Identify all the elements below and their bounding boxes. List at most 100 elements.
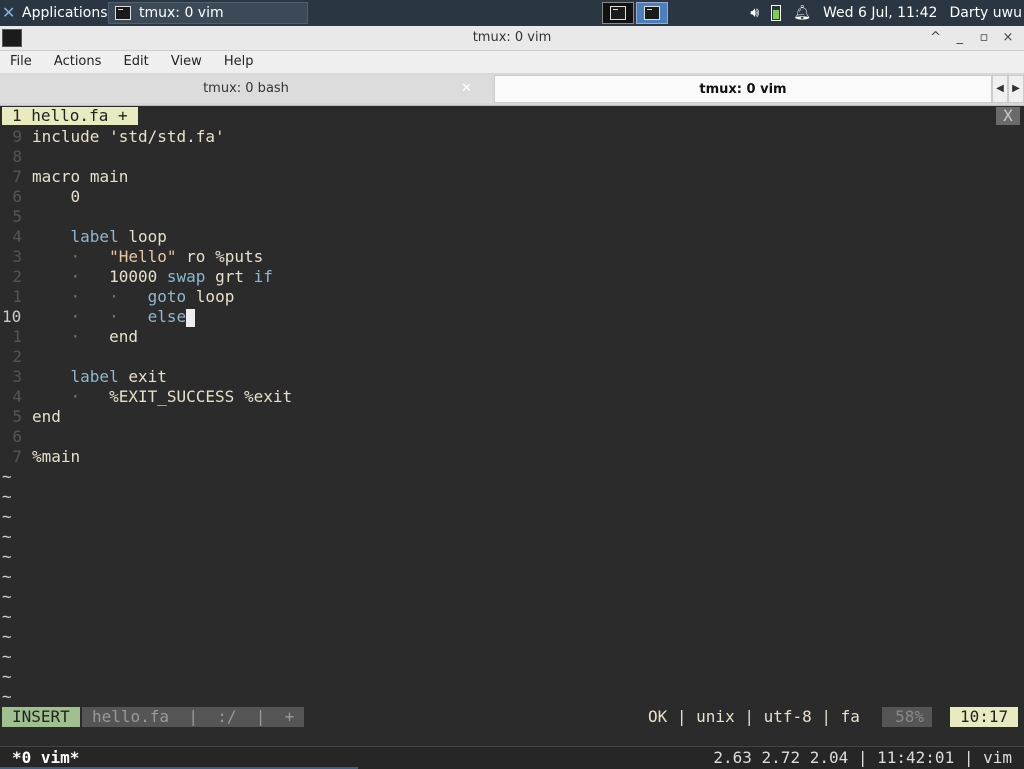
- window-titlebar[interactable]: tmux: 0 vim ^ _ ▫ ×: [0, 26, 1024, 51]
- code-text: include 'std/std.fa': [32, 127, 225, 146]
- code-text: %main: [32, 447, 81, 466]
- vim-buffer-line: 1 hello.fa + X: [0, 106, 1024, 126]
- line-number: 6: [12, 187, 22, 206]
- code-line[interactable]: 9 include 'std/std.fa': [0, 127, 225, 147]
- menu-actions[interactable]: Actions: [45, 51, 111, 73]
- tab-label: tmux: 0 bash: [203, 81, 289, 96]
- line-number: 5: [12, 207, 22, 226]
- tmux-status-right: 2.63 2.72 2.04 | 11:42:01 | vim: [713, 748, 1012, 767]
- tab-scroll-left-icon[interactable]: ◀: [992, 75, 1008, 103]
- empty-line-marker: ~: [2, 487, 12, 506]
- terminal-area[interactable]: 1 hello.fa + X 9 include 'std/std.fa' 8 7 ma…: [0, 106, 1024, 769]
- empty-line-marker: ~: [2, 647, 12, 666]
- shade-button[interactable]: ^: [926, 26, 946, 50]
- code-line[interactable]: 6 0: [0, 187, 80, 207]
- code-line[interactable]: 6: [0, 427, 32, 447]
- terminal-app-icon[interactable]: [2, 29, 22, 47]
- volume-icon[interactable]: 🔊︎: [750, 5, 759, 21]
- tab-vim[interactable]: tmux: 0 vim: [494, 75, 992, 103]
- code-line[interactable]: 8: [0, 147, 32, 167]
- vim-percent: 58%: [882, 707, 932, 727]
- code-line[interactable]: 4 · %EXIT_SUCCESS %exit: [0, 387, 292, 407]
- code-line[interactable]: 7 macro main: [0, 167, 128, 187]
- vim-cursor-position: 10:17: [950, 707, 1019, 727]
- terminal-icon: [610, 6, 626, 20]
- code-text: label exit: [70, 367, 167, 386]
- bell-icon[interactable]: 🔔︎: [793, 5, 811, 21]
- code-text: · %EXIT_SUCCESS %exit: [70, 387, 293, 406]
- empty-line-marker: ~: [2, 687, 12, 706]
- empty-line-marker: ~: [2, 467, 12, 486]
- close-tab-icon[interactable]: ✕: [461, 75, 472, 103]
- applications-menu-button[interactable]: ✕ Applications: [0, 2, 108, 24]
- system-tray: 🔊︎ 🔔︎ Wed 6 Jul, 11:42 Darty uwu: [744, 2, 1024, 24]
- tab-label: tmux: 0 vim: [699, 82, 787, 97]
- code-text: macro main: [32, 167, 129, 186]
- code-line[interactable]: 3 label exit: [0, 367, 167, 387]
- code-line[interactable]: 3 · "Hello" ro %puts: [0, 247, 263, 267]
- code-text: 0: [70, 187, 81, 206]
- code-line[interactable]: 1 · end: [0, 327, 138, 347]
- tmux-statusbar: *0 vim* 2.63 2.72 2.04 | 11:42:01 | vim: [0, 746, 1024, 769]
- applications-label: Applications: [22, 5, 108, 21]
- code-line[interactable]: 5 end: [0, 407, 61, 427]
- menubar: File Actions Edit View Help: [0, 51, 1024, 73]
- empty-line-marker: ~: [2, 567, 12, 586]
- line-number: 5: [12, 407, 22, 426]
- buffer-tab[interactable]: 1 hello.fa +: [2, 107, 138, 125]
- window-title: tmux: 0 vim: [472, 30, 552, 45]
- code-line[interactable]: 2: [0, 347, 32, 367]
- line-number: 1: [12, 287, 22, 306]
- workspace-2-button[interactable]: [636, 2, 668, 24]
- code-text: end: [32, 407, 61, 426]
- battery-icon[interactable]: [771, 5, 782, 21]
- code-text: · "Hello" ro %puts: [70, 247, 264, 266]
- empty-line-marker: ~: [2, 587, 12, 606]
- code-line[interactable]: 5: [0, 207, 32, 227]
- vim-statusline: INSERT hello.fa | :/ | + OK | unix | utf…: [0, 707, 1024, 727]
- empty-line-marker: ~: [2, 627, 12, 646]
- menu-help[interactable]: Help: [215, 51, 263, 73]
- close-button[interactable]: ×: [998, 26, 1018, 50]
- empty-line-marker: ~: [2, 507, 12, 526]
- user-name[interactable]: Darty uwu: [949, 5, 1022, 21]
- menu-view[interactable]: View: [162, 51, 211, 73]
- line-number: 4: [12, 227, 22, 246]
- code-line[interactable]: 1 · · goto loop: [0, 287, 234, 307]
- taskbar-window-button[interactable]: tmux: 0 vim: [108, 2, 308, 24]
- terminal-tabs: tmux: 0 bash ✕ tmux: 0 vim ◀ ▶: [0, 73, 1024, 106]
- tab-scroll-right-icon[interactable]: ▶: [1008, 75, 1024, 103]
- code-text: · end: [70, 327, 138, 346]
- tmux-window-label[interactable]: *0 vim*: [12, 747, 79, 769]
- empty-line-marker: ~: [2, 547, 12, 566]
- empty-line-marker: ~: [2, 527, 12, 546]
- code-text: label loop: [70, 227, 167, 246]
- code-line[interactable]: 4 label loop: [0, 227, 167, 247]
- tab-bash[interactable]: tmux: 0 bash ✕: [0, 75, 492, 103]
- code-line[interactable]: 7 %main: [0, 447, 80, 467]
- maximize-button[interactable]: ▫: [974, 26, 994, 50]
- menu-edit[interactable]: Edit: [115, 51, 158, 73]
- line-number: 3: [12, 247, 22, 266]
- vim-file-format: OK | unix | utf-8 | fa: [648, 707, 860, 726]
- empty-line-marker: ~: [2, 667, 12, 686]
- terminal-icon: [644, 6, 660, 20]
- code-line[interactable]: 10 · · else: [0, 307, 196, 327]
- menu-file[interactable]: File: [0, 51, 41, 73]
- line-number: 1: [12, 327, 22, 346]
- buffer-close-button[interactable]: X: [996, 107, 1020, 125]
- workspace-1-button[interactable]: [602, 2, 634, 24]
- line-number: 4: [12, 387, 22, 406]
- line-number: 7: [12, 167, 22, 186]
- line-number: 7: [12, 447, 22, 466]
- code-line[interactable]: 2 · 10000 swap grt if: [0, 267, 273, 287]
- clock[interactable]: Wed 6 Jul, 11:42: [823, 5, 937, 21]
- line-number: 9: [12, 127, 22, 146]
- top-panel: ✕ Applications tmux: 0 vim 🔊︎ 🔔︎ Wed 6 J…: [0, 0, 1024, 26]
- line-number: 8: [12, 147, 22, 166]
- minimize-button[interactable]: _: [950, 26, 970, 50]
- line-number: 6: [12, 427, 22, 446]
- code-text: · 10000 swap grt if: [70, 267, 273, 286]
- taskbar-window-label: tmux: 0 vim: [139, 5, 224, 21]
- line-number: 2: [12, 347, 22, 366]
